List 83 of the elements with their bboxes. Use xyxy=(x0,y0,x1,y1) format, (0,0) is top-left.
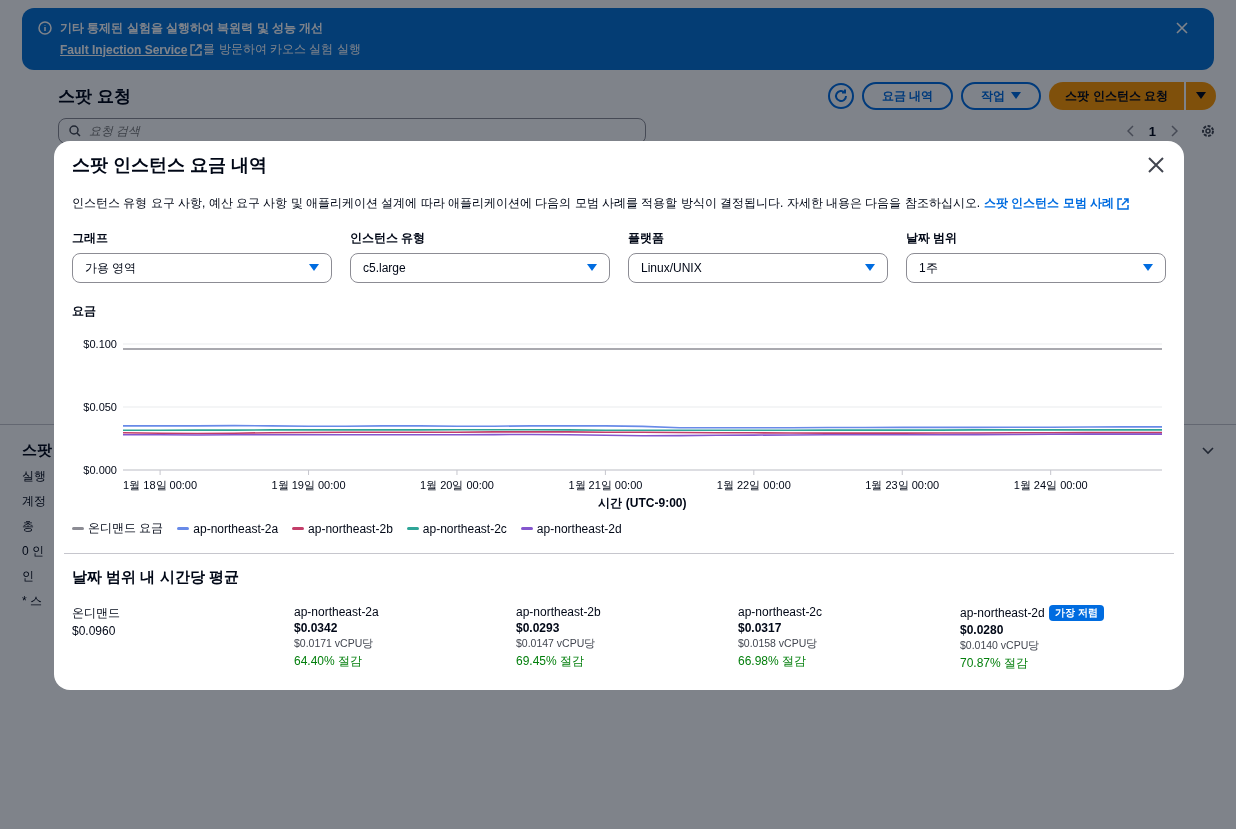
chevron-down-icon[interactable] xyxy=(1202,446,1214,455)
caret-down-icon xyxy=(587,264,597,272)
settings-icon[interactable] xyxy=(1200,123,1216,139)
banner-title: 기타 통제된 실험을 실행하여 복원력 및 성능 개선 xyxy=(60,20,325,37)
legend-label: ap-northeast-2d xyxy=(536,521,622,536)
actions-button[interactable]: 작업 xyxy=(961,82,1042,110)
caret-down-icon xyxy=(309,264,319,272)
close-icon[interactable] xyxy=(1176,22,1188,34)
refresh-button[interactable] xyxy=(828,83,854,109)
per-vcpu-price: $0.0158 vCPU당 xyxy=(738,637,819,651)
panel-text: 실행 xyxy=(22,468,46,485)
pricing-history-button[interactable]: 요금 내역 xyxy=(862,82,954,110)
page-title: 스팟 요청 xyxy=(58,85,132,108)
per-vcpu-price: $0.0171 vCPU당 xyxy=(294,637,375,651)
legend-label: ap-northeast-2c xyxy=(422,521,507,536)
external-link-icon xyxy=(1117,197,1130,210)
filter-select[interactable]: 1주 xyxy=(906,253,1166,283)
summary-name: ap-northeast-2b xyxy=(516,605,601,619)
legend-label: ap-northeast-2b xyxy=(308,521,393,536)
filter-label: 그래프 xyxy=(72,230,109,247)
chart-y-title: 요금 xyxy=(72,303,97,320)
banner-link[interactable]: Fault Injection Service xyxy=(60,42,188,57)
x-tick-label: 1월 21일 00:00 xyxy=(568,479,643,491)
summary-price: $0.0317 xyxy=(738,621,783,635)
summary-name: ap-northeast-2c xyxy=(738,605,823,619)
caret-down-icon xyxy=(1196,92,1206,100)
refresh-icon xyxy=(833,88,849,104)
panel-text: 총 xyxy=(22,518,34,535)
x-tick-label: 1월 18일 00:00 xyxy=(123,479,198,491)
filter-label: 플랫폼 xyxy=(628,230,665,247)
savings-text: 70.87% 절감 xyxy=(960,655,1030,672)
savings-text: 69.45% 절감 xyxy=(516,653,586,670)
summary-name: 온디맨드 xyxy=(72,605,121,622)
x-tick-label: 1월 24일 00:00 xyxy=(1013,479,1088,491)
page-number[interactable]: 1 xyxy=(1148,123,1156,139)
savings-text: 64.40% 절감 xyxy=(294,653,364,670)
y-tick-label: $0.000 xyxy=(83,464,117,476)
y-tick-label: $0.100 xyxy=(83,338,117,350)
x-axis-title: 시간 (UTC-9:00) xyxy=(598,496,687,510)
x-tick-label: 1월 19일 00:00 xyxy=(271,479,346,491)
panel-title: 스팟 xyxy=(22,441,52,460)
caret-down-icon xyxy=(865,264,875,272)
panel-text: 인 xyxy=(22,568,34,585)
filter-select[interactable]: Linux/UNIX xyxy=(628,253,888,283)
panel-text: * 스 xyxy=(22,593,42,610)
legend-label: 온디맨드 요금 xyxy=(88,520,164,537)
panel-text: 계정 xyxy=(22,493,46,510)
caret-down-icon xyxy=(1011,92,1022,100)
filter-select[interactable]: 가용 영역 xyxy=(72,253,332,283)
filter-select[interactable]: c5.large xyxy=(350,253,610,283)
search-icon xyxy=(69,125,81,137)
cheapest-badge: 가장 저렴 xyxy=(1048,605,1104,621)
external-link-icon xyxy=(190,43,203,56)
y-tick-label: $0.050 xyxy=(83,401,117,413)
per-vcpu-price: $0.0147 vCPU당 xyxy=(516,637,597,651)
x-tick-label: 1월 23일 00:00 xyxy=(865,479,940,491)
summary-name: ap-northeast-2a xyxy=(294,605,379,619)
best-practices-link[interactable]: 스팟 인스턴스 모범 사례 xyxy=(984,195,1130,212)
info-icon xyxy=(38,21,52,35)
search-input[interactable]: 요청 검색 xyxy=(87,123,635,139)
x-tick-label: 1월 20일 00:00 xyxy=(419,479,494,491)
savings-text: 66.98% 절감 xyxy=(738,653,808,670)
dropdown-button[interactable] xyxy=(1186,82,1216,110)
dialog-title: 스팟 인스턴스 요금 내역 xyxy=(72,154,267,177)
filter-label: 날짜 범위 xyxy=(906,230,959,247)
next-page-icon[interactable] xyxy=(1170,125,1178,137)
summary-title: 날짜 범위 내 시간당 평균 xyxy=(72,568,240,587)
request-button[interactable]: 스팟 인스턴스 요청 xyxy=(1049,82,1184,110)
filter-label: 인스턴스 유형 xyxy=(350,230,427,247)
close-button[interactable] xyxy=(1146,155,1166,175)
x-tick-label: 1월 22일 00:00 xyxy=(716,479,791,491)
legend-label: ap-northeast-2a xyxy=(193,521,279,536)
summary-price: $0.0960 xyxy=(72,624,117,638)
per-vcpu-price: $0.0140 vCPU당 xyxy=(960,639,1041,653)
summary-price: $0.0342 xyxy=(294,621,339,635)
summary-price: $0.0293 xyxy=(516,621,561,635)
description-text: 인스턴스 유형 요구 사항, 예산 요구 사항 및 애플리케이션 설계에 따라 애플리케이션에 다음의 모범 사례를 적용할 방식이 결정됩니다. 자세한 내용은 다음을 참조하십시오. xyxy=(72,195,980,212)
summary-name: ap-northeast-2d xyxy=(960,606,1045,620)
summary-price: $0.0280 xyxy=(960,623,1005,637)
caret-down-icon xyxy=(1143,264,1153,272)
previous-page-icon[interactable] xyxy=(1126,125,1135,137)
banner-text: 를 방문하여 카오스 실험 실행 xyxy=(203,41,361,58)
panel-text: 0 인 xyxy=(22,543,44,560)
